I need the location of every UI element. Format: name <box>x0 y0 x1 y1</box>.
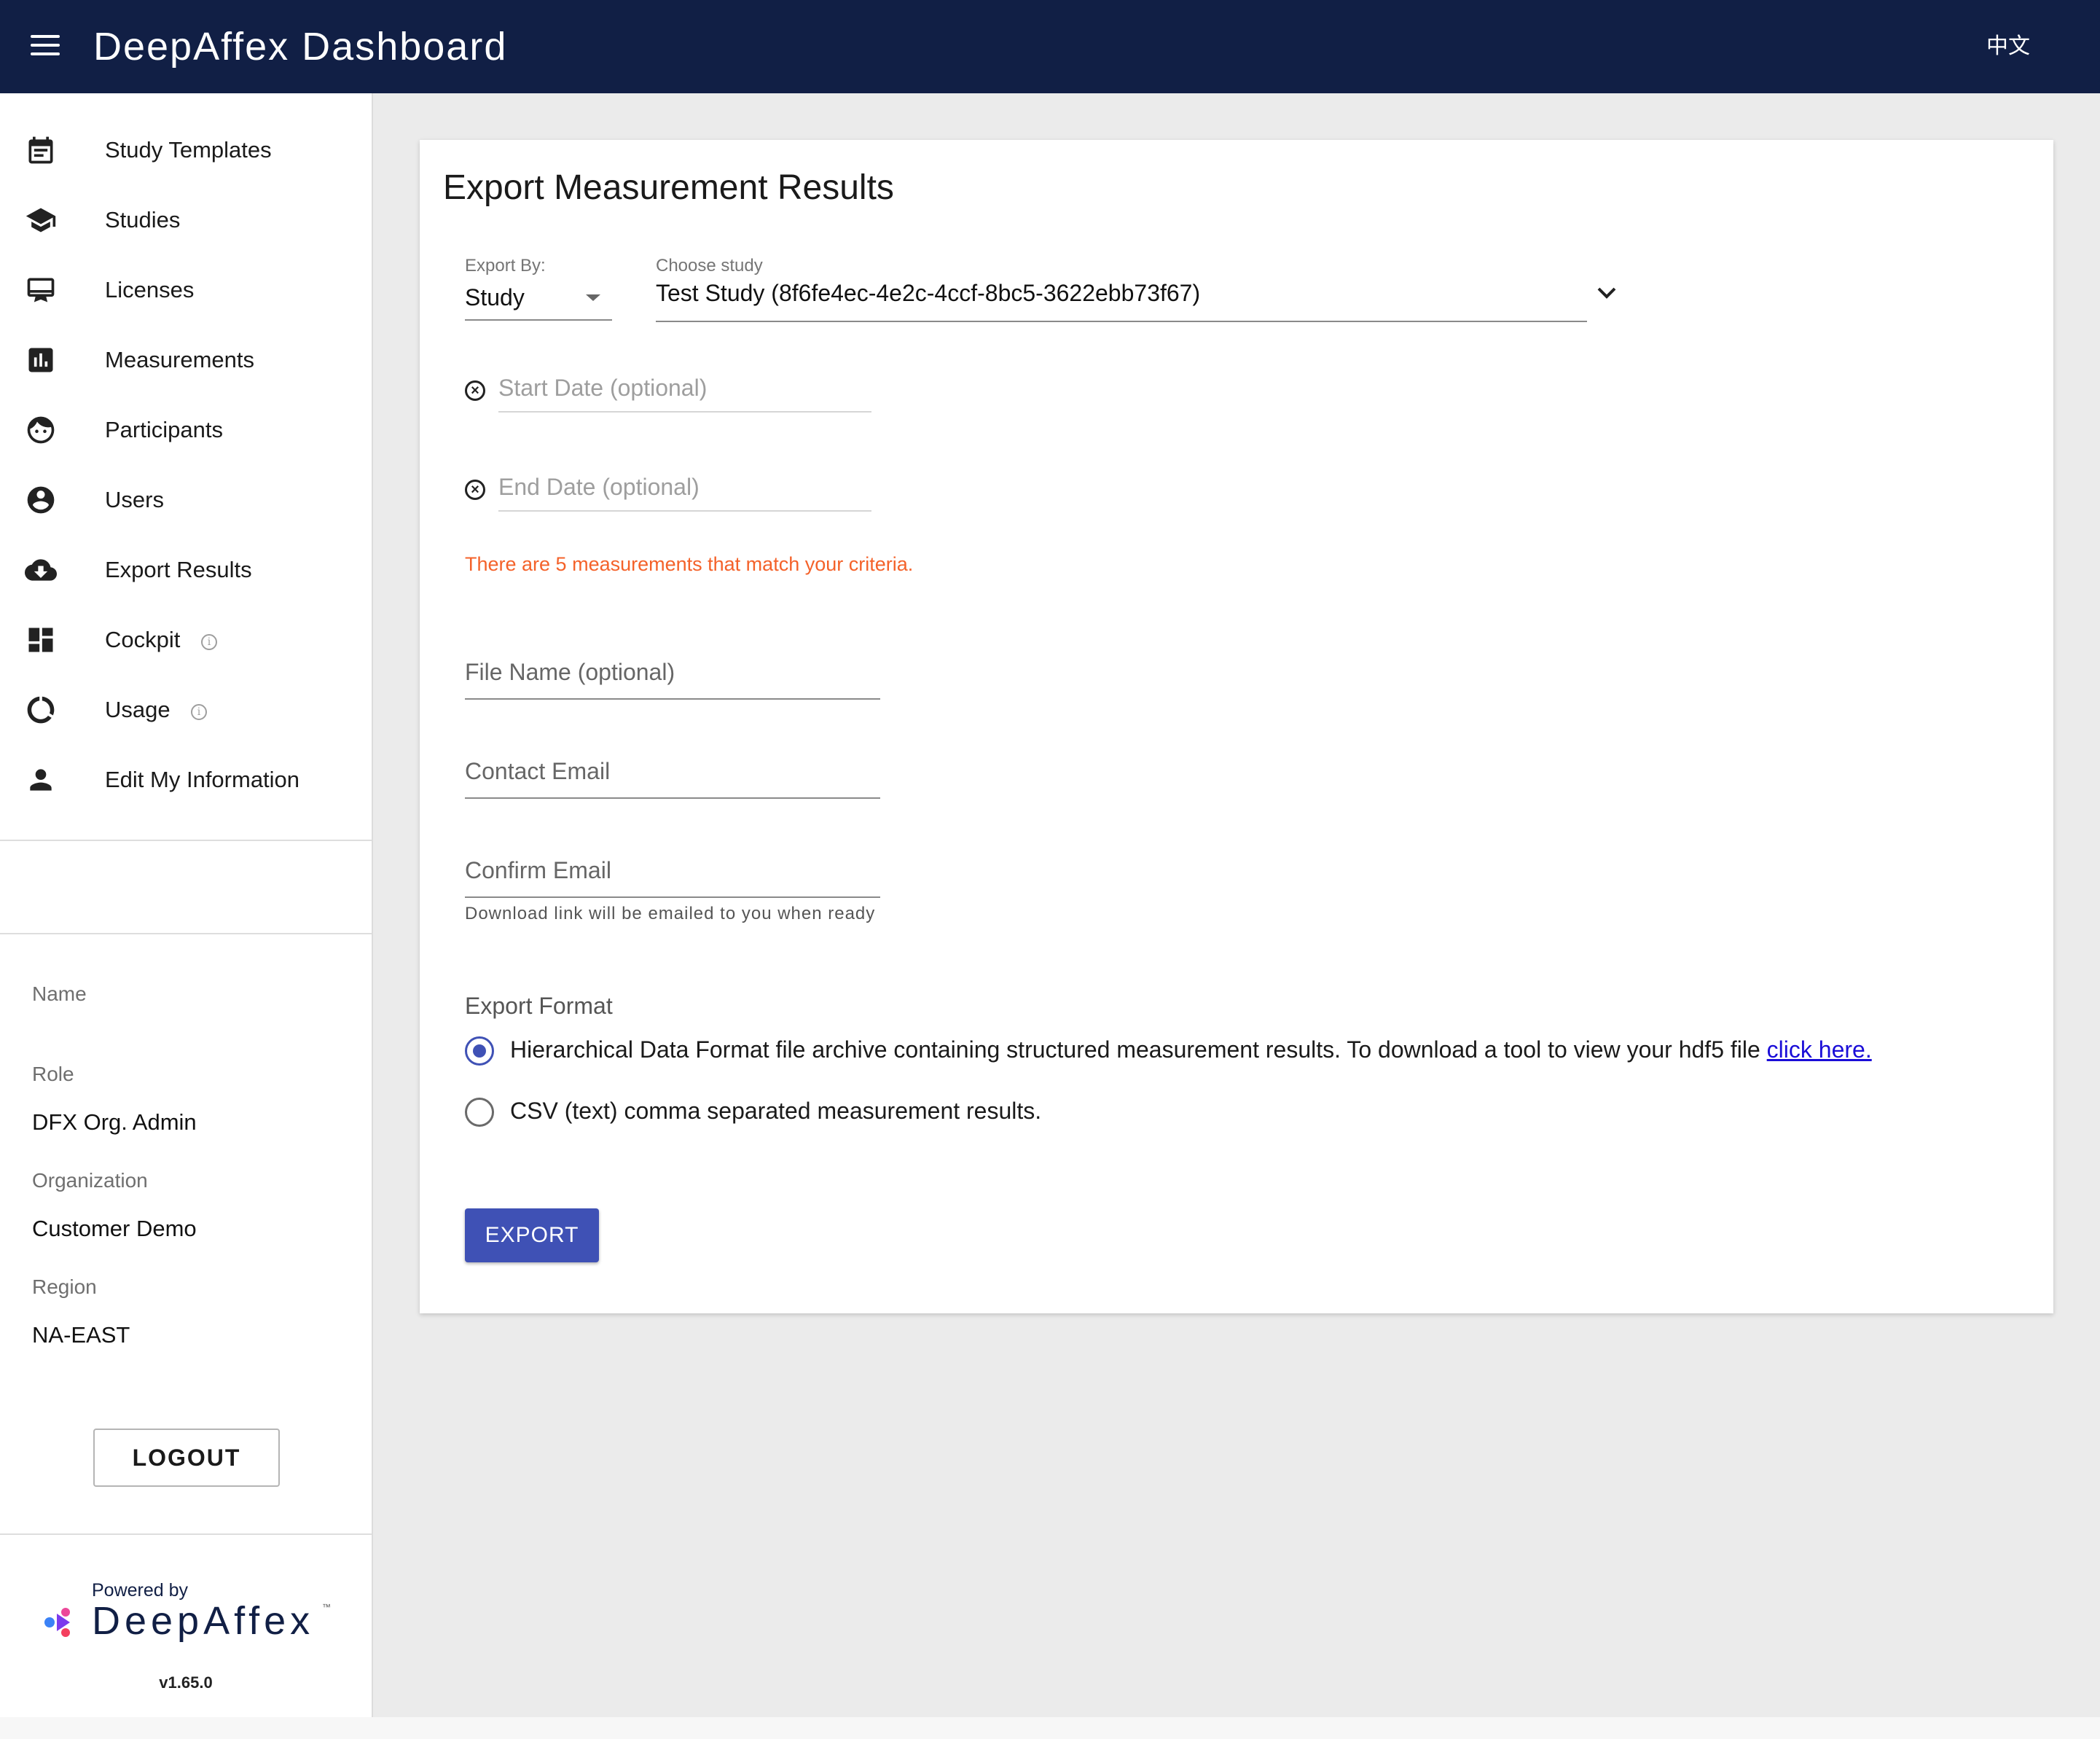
end-date-underline <box>498 510 871 512</box>
face-icon <box>27 416 55 444</box>
cloud-download-icon <box>25 559 57 581</box>
export-card: Export Measurement Results Export By: St… <box>420 140 2053 1313</box>
divider <box>0 933 372 934</box>
sidebar-item-label: Cockpit <box>105 627 181 652</box>
sidebar-item-label: Users <box>105 487 164 512</box>
graduation-cap-icon <box>26 208 56 232</box>
sidebar-item-edit-my-information[interactable]: Edit My Information <box>0 746 372 816</box>
match-count-note: There are 5 measurements that match your… <box>465 553 914 575</box>
brand-name: DeepAffex <box>92 1599 315 1643</box>
sidebar-item-cockpit[interactable]: Cockpit i <box>0 606 372 676</box>
export-by-underline <box>465 319 612 321</box>
clear-end-date-icon[interactable]: × <box>465 480 485 500</box>
sidebar-item-users[interactable]: Users <box>0 466 372 536</box>
contact-email-field[interactable]: Contact Email <box>465 757 882 800</box>
export-by-select[interactable]: Study <box>465 281 612 322</box>
choose-study-value: Test Study (8f6fe4ec-4e2c-4ccf-8bc5-3622… <box>656 280 1201 306</box>
bar-chart-icon <box>28 348 53 372</box>
sidebar-item-measurements[interactable]: Measurements <box>0 327 372 396</box>
person-icon <box>30 769 52 791</box>
csv-label: CSV (text) comma separated measurement r… <box>510 1098 1042 1124</box>
version-label: v1.65.0 <box>159 1673 213 1692</box>
end-date-placeholder: End Date (optional) <box>498 474 700 500</box>
confirm-email-field[interactable]: Confirm Email <box>465 856 882 899</box>
export-format-heading: Export Format <box>465 993 613 1019</box>
sidebar-item-usage[interactable]: Usage i <box>0 676 372 746</box>
hdf5-tool-link[interactable]: click here. <box>1767 1036 1872 1063</box>
donut-chart-icon <box>27 696 55 724</box>
sidebar-item-label: Measurements <box>105 347 255 372</box>
sidebar-item-label: Edit My Information <box>105 767 300 792</box>
sidebar-item-label: Export Results <box>105 557 252 582</box>
file-name-field[interactable]: File Name (optional) <box>465 657 882 701</box>
sidebar-item-label: Studies <box>105 207 181 232</box>
sidebar-item-studies[interactable]: Studies <box>0 187 372 257</box>
end-date-field[interactable]: End Date (optional) <box>498 472 873 513</box>
region-label: Region <box>32 1275 97 1298</box>
sidebar-item-export-results[interactable]: Export Results <box>0 536 372 606</box>
name-label: Name <box>32 982 87 1005</box>
start-date-underline <box>498 411 871 413</box>
logout-button[interactable]: LOGOUT <box>93 1429 280 1487</box>
account-circle-icon <box>27 486 55 514</box>
chevron-down-icon <box>1597 287 1616 299</box>
dropdown-arrow-icon <box>586 294 600 301</box>
brand-trademark: ™ <box>322 1602 331 1612</box>
info-icon[interactable]: i <box>191 704 207 720</box>
contact-email-underline <box>465 797 880 799</box>
clear-start-date-icon[interactable]: × <box>465 380 485 401</box>
language-toggle[interactable]: 中文 <box>1986 32 2030 61</box>
csv-radio[interactable] <box>465 1098 494 1127</box>
export-by-value: Study <box>465 284 525 310</box>
role-value: DFX Org. Admin <box>32 1109 197 1135</box>
dashboard-icon <box>28 628 53 652</box>
sidebar-item-participants[interactable]: Participants <box>0 396 372 466</box>
choose-study-select[interactable]: Test Study (8f6fe4ec-4e2c-4ccf-8bc5-3622… <box>656 277 1676 324</box>
sidebar-item-label: Licenses <box>105 277 195 302</box>
file-name-placeholder: File Name (optional) <box>465 659 675 685</box>
hdf5-label: Hierarchical Data Format file archive co… <box>510 1036 1872 1063</box>
hdf5-radio[interactable] <box>465 1036 494 1066</box>
organization-label: Organization <box>32 1169 148 1192</box>
export-by-label: Export By: <box>465 256 546 275</box>
role-label: Role <box>32 1063 74 1085</box>
confirm-email-underline <box>465 896 880 898</box>
deepaffex-logo-icon <box>44 1608 70 1637</box>
calendar-icon <box>28 136 53 164</box>
sidebar-item-label: Study Templates <box>105 137 272 163</box>
divider <box>0 840 372 841</box>
organization-value: Customer Demo <box>32 1216 197 1241</box>
confirm-email-placeholder: Confirm Email <box>465 857 611 883</box>
page-title: Export Measurement Results <box>443 168 894 207</box>
info-icon[interactable]: i <box>201 634 217 650</box>
start-date-field[interactable]: Start Date (optional) <box>498 373 873 414</box>
divider <box>0 1533 372 1535</box>
choose-study-label: Choose study <box>656 256 763 275</box>
choose-study-underline <box>656 321 1587 322</box>
app-bar: DeepAffex Dashboard 中文 <box>0 0 2100 93</box>
license-card-icon <box>27 278 55 302</box>
sidebar-item-licenses[interactable]: Licenses <box>0 257 372 327</box>
contact-email-placeholder: Contact Email <box>465 758 611 784</box>
export-button[interactable]: EXPORT <box>465 1208 599 1262</box>
start-date-placeholder: Start Date (optional) <box>498 375 708 401</box>
menu-icon[interactable] <box>31 34 63 58</box>
sidebar-item-label: Usage <box>105 697 171 722</box>
sidebar-item-label: Participants <box>105 417 223 442</box>
region-value: NA-EAST <box>32 1322 130 1348</box>
page-footer-strip <box>0 1717 2100 1739</box>
sidebar: Study Templates Studies Licenses Measure… <box>0 93 373 1717</box>
file-name-underline <box>465 698 880 700</box>
sidebar-item-study-templates[interactable]: Study Templates <box>0 117 372 187</box>
email-helper-text: Download link will be emailed to you whe… <box>465 904 876 923</box>
app-title: DeepAffex Dashboard <box>93 25 508 69</box>
